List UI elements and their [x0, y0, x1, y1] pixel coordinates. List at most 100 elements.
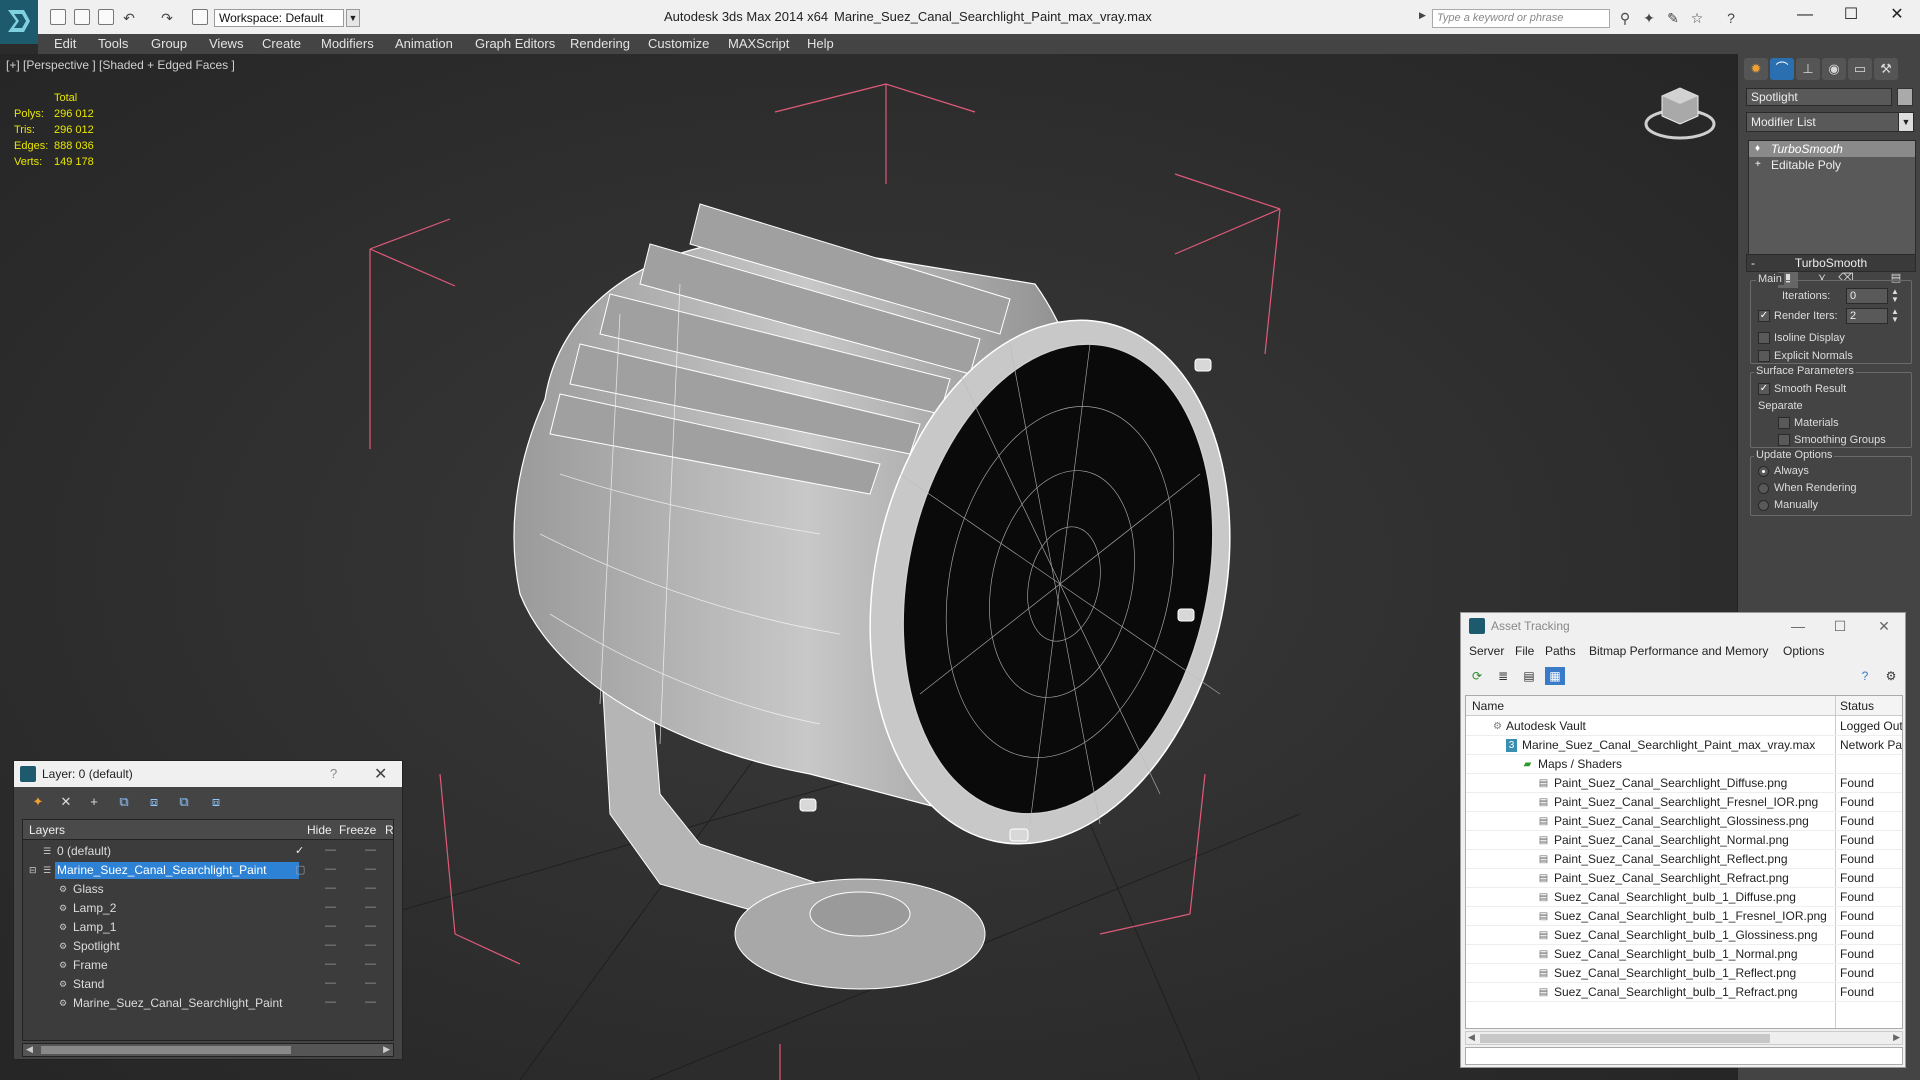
- object-name-field[interactable]: Spotlight: [1746, 88, 1892, 106]
- hide-toggle[interactable]: —: [325, 882, 336, 894]
- minimize-button[interactable]: —: [1782, 0, 1828, 30]
- freeze-toggle[interactable]: —: [365, 882, 376, 894]
- horizontal-scrollbar[interactable]: ◀ ▶: [22, 1043, 394, 1057]
- scroll-right-icon[interactable]: ▶: [1893, 1032, 1900, 1043]
- help-icon[interactable]: ?: [330, 766, 337, 781]
- menu-graph-editors[interactable]: Graph Editors: [475, 36, 555, 51]
- menu-file[interactable]: File: [1515, 644, 1534, 658]
- menu-options[interactable]: Options: [1783, 644, 1824, 658]
- settings-icon[interactable]: ⚙: [1881, 667, 1901, 685]
- scroll-thumb[interactable]: [41, 1046, 291, 1054]
- help-icon[interactable]: ?: [1722, 10, 1740, 26]
- render-iters-spinner[interactable]: 2: [1846, 308, 1888, 324]
- communication-center-icon[interactable]: ✦: [1640, 10, 1658, 26]
- column-render[interactable]: R: [385, 823, 393, 837]
- favorites-star-icon[interactable]: ☆: [1688, 10, 1706, 26]
- hide-toggle[interactable]: —: [325, 996, 336, 1008]
- asset-row[interactable]: ▤ Paint_Suez_Canal_Searchlight_Refract.pn…: [1466, 869, 1902, 888]
- freeze-toggle[interactable]: —: [365, 844, 376, 856]
- menu-tools[interactable]: Tools: [98, 36, 128, 51]
- layer-row[interactable]: ⚙ Frame — —: [23, 956, 393, 975]
- freeze-toggle[interactable]: —: [365, 977, 376, 989]
- asset-row[interactable]: ▰ Maps / Shaders: [1466, 755, 1902, 774]
- object-color-swatch[interactable]: [1897, 88, 1913, 106]
- highlight-layer-icon[interactable]: ⧉: [174, 793, 194, 811]
- asset-row[interactable]: ▤ Suez_Canal_Searchlight_bulb_1_Refract.p…: [1466, 983, 1902, 1002]
- hide-toggle[interactable]: —: [325, 958, 336, 970]
- asset-row[interactable]: ▤ Suez_Canal_Searchlight_bulb_1_Fresnel_I…: [1466, 907, 1902, 926]
- freeze-toggle[interactable]: —: [365, 863, 376, 875]
- asset-row[interactable]: ▤ Suez_Canal_Searchlight_bulb_1_Glossines…: [1466, 926, 1902, 945]
- materials-checkbox[interactable]: [1778, 417, 1790, 429]
- column-freeze[interactable]: Freeze: [339, 823, 376, 837]
- freeze-toggle[interactable]: —: [365, 939, 376, 951]
- freeze-toggle[interactable]: —: [365, 996, 376, 1008]
- table-view-icon[interactable]: ▤: [1519, 667, 1539, 685]
- layer-row[interactable]: ⚙ Glass — —: [23, 880, 393, 899]
- hide-toggle[interactable]: —: [325, 977, 336, 989]
- save-file-icon[interactable]: [98, 9, 114, 25]
- iterations-spinner[interactable]: 0: [1846, 288, 1888, 304]
- create-tab-icon[interactable]: ✹: [1744, 58, 1768, 80]
- column-hide[interactable]: Hide: [307, 823, 332, 837]
- display-tab-icon[interactable]: ▭: [1848, 58, 1872, 80]
- collapse-icon[interactable]: ⊟: [29, 865, 39, 875]
- lightbulb-icon[interactable]: ♦: [1755, 143, 1765, 155]
- isoline-display-checkbox[interactable]: [1758, 332, 1770, 344]
- menu-help[interactable]: Help: [807, 36, 834, 51]
- layer-row[interactable]: ⚙ Lamp_2 — —: [23, 899, 393, 918]
- horizontal-scrollbar[interactable]: ◀ ▶: [1465, 1031, 1903, 1045]
- scroll-thumb[interactable]: [1480, 1034, 1770, 1043]
- workspace-dropdown-arrow-icon[interactable]: ▼: [346, 9, 360, 27]
- close-icon[interactable]: ✕: [1869, 615, 1899, 637]
- layer-settings-icon[interactable]: ✦: [28, 793, 48, 811]
- close-button[interactable]: ✕: [1874, 0, 1920, 30]
- menu-server[interactable]: Server: [1469, 644, 1504, 658]
- explicit-normals-checkbox[interactable]: [1758, 350, 1770, 362]
- layer-row[interactable]: ☰ 0 (default) ✓ — —: [23, 842, 393, 861]
- hide-toggle[interactable]: —: [325, 901, 336, 913]
- asset-titlebar[interactable]: Asset Tracking — ☐ ✕: [1461, 613, 1905, 639]
- scroll-left-icon[interactable]: ◀: [26, 1044, 33, 1055]
- menu-customize[interactable]: Customize: [648, 36, 709, 51]
- spinner-arrows-icon[interactable]: ▲ ▼: [1890, 288, 1900, 304]
- menu-maxscript[interactable]: MAXScript: [728, 36, 789, 51]
- menu-create[interactable]: Create: [262, 36, 301, 51]
- select-objects-icon[interactable]: ⧈: [144, 793, 164, 811]
- grid-view-icon[interactable]: ▦: [1545, 667, 1565, 685]
- render-iters-checkbox[interactable]: ✓: [1758, 310, 1770, 322]
- modify-tab-icon[interactable]: ⌒: [1770, 58, 1794, 80]
- spinner-arrows-icon[interactable]: ▲ ▼: [1890, 308, 1900, 324]
- scroll-right-icon[interactable]: ▶: [383, 1044, 390, 1055]
- layer-row[interactable]: ⊟ ☰ Marine_Suez_Canal_Searchlight_Paint …: [23, 861, 393, 880]
- scroll-left-icon[interactable]: ◀: [1468, 1032, 1475, 1043]
- smoothing-groups-checkbox[interactable]: [1778, 434, 1790, 446]
- asset-row[interactable]: ▤ Paint_Suez_Canal_Searchlight_Glossiness…: [1466, 812, 1902, 831]
- search-expand-icon[interactable]: ▶: [1419, 10, 1429, 24]
- hide-toggle[interactable]: —: [325, 863, 336, 875]
- when-rendering-radio[interactable]: [1758, 483, 1769, 494]
- binoculars-icon[interactable]: ⚲: [1616, 10, 1634, 26]
- layer-row[interactable]: ⚙ Stand — —: [23, 975, 393, 994]
- new-file-icon[interactable]: [50, 9, 66, 25]
- minimize-button[interactable]: —: [1783, 615, 1813, 637]
- smooth-result-checkbox[interactable]: ✓: [1758, 383, 1770, 395]
- expand-icon[interactable]: +: [1755, 159, 1765, 171]
- menu-views[interactable]: Views: [209, 36, 243, 51]
- help-icon[interactable]: ?: [1855, 667, 1875, 685]
- undo-icon[interactable]: ↶: [120, 10, 138, 26]
- asset-row[interactable]: ⚙ Autodesk Vault Logged Out: [1466, 717, 1902, 736]
- utilities-tab-icon[interactable]: ⚒: [1874, 58, 1898, 80]
- refresh-icon[interactable]: ⟳: [1467, 667, 1487, 685]
- freeze-toggle[interactable]: —: [365, 920, 376, 932]
- checkmark-icon[interactable]: ✓: [295, 844, 304, 857]
- layer-row[interactable]: ⚙ Marine_Suez_Canal_Searchlight_Paint — …: [23, 994, 393, 1013]
- viewport-label[interactable]: [+] [Perspective ] [Shaded + Edged Faces…: [6, 58, 235, 72]
- maximize-button[interactable]: ☐: [1825, 615, 1855, 637]
- menu-edit[interactable]: Edit: [54, 36, 76, 51]
- column-name[interactable]: Name: [1472, 699, 1504, 713]
- close-icon[interactable]: ✕: [374, 764, 387, 784]
- stack-item-editable-poly[interactable]: + Editable Poly: [1749, 157, 1915, 173]
- asset-row[interactable]: ▤ Suez_Canal_Searchlight_bulb_1_Diffuse.p…: [1466, 888, 1902, 907]
- modifier-stack[interactable]: ♦ TurboSmooth + Editable Poly: [1748, 140, 1916, 260]
